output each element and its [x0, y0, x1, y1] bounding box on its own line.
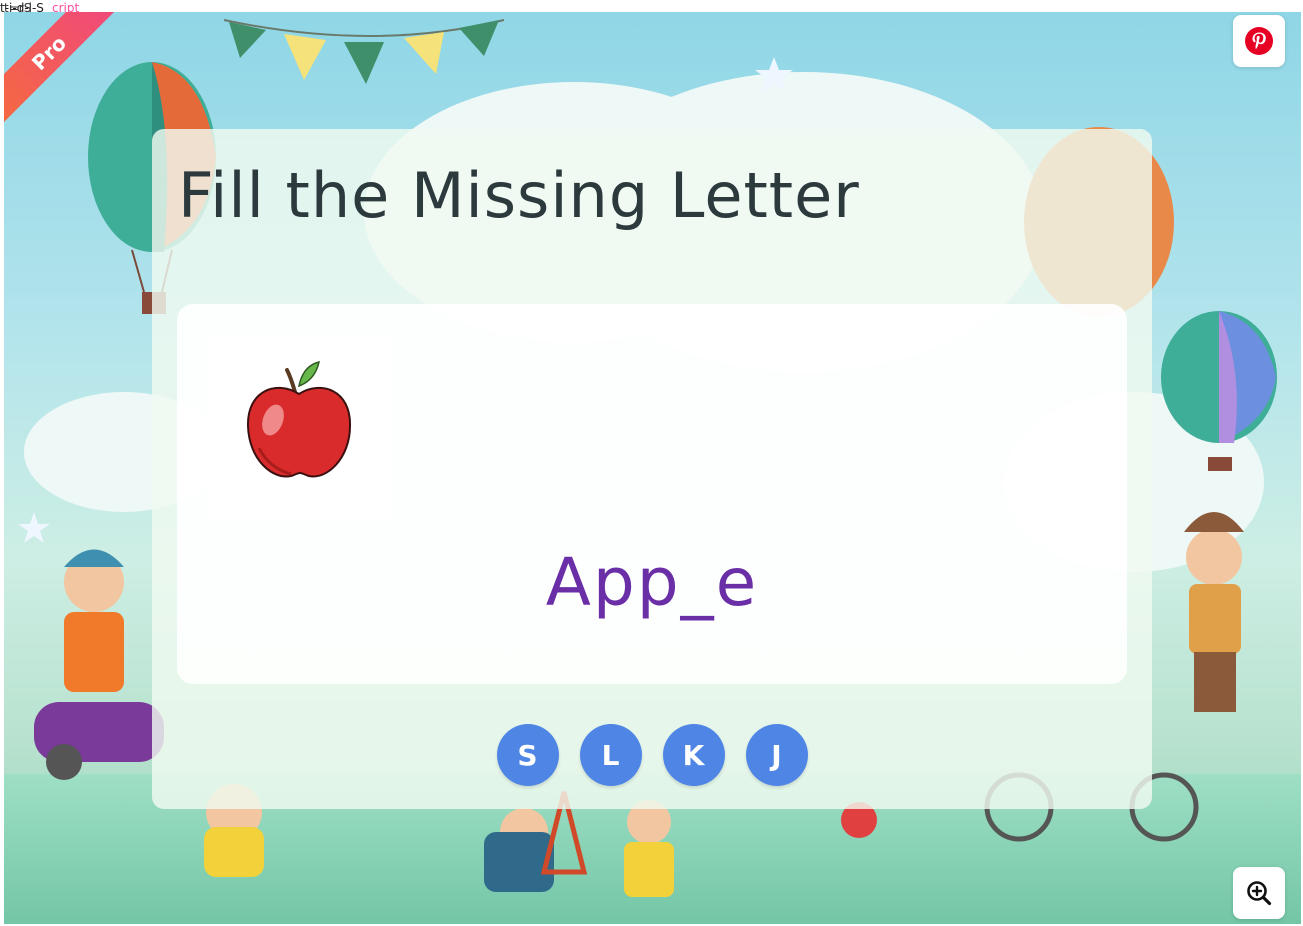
letter-choice-j[interactable]: J: [745, 724, 808, 786]
pinterest-button[interactable]: [1233, 15, 1285, 67]
letter-choice-l[interactable]: L: [579, 724, 642, 786]
picture-box: [207, 334, 393, 520]
child-figure: [1186, 529, 1242, 585]
game-stage: Pro Fill the Missing Letter App_e S L K …: [4, 12, 1301, 924]
question-panel: App_e: [177, 304, 1127, 684]
pinterest-icon: [1245, 27, 1273, 55]
bunting-flag: [344, 42, 384, 84]
pro-ribbon-label: Pro: [4, 12, 122, 126]
bunting-flag: [459, 20, 499, 56]
bunting-flag: [404, 32, 444, 74]
zoom-button[interactable]: [1233, 867, 1285, 919]
zoom-in-icon: [1247, 881, 1272, 906]
pro-ribbon: Pro: [4, 12, 124, 132]
apple-image: [246, 360, 352, 478]
activity-title: Fill the Missing Letter: [178, 159, 860, 232]
bunting-flag: [284, 34, 326, 80]
star-decoration: [18, 512, 50, 543]
word-with-missing-letter: App_e: [545, 544, 759, 621]
letter-choice-s[interactable]: S: [496, 724, 559, 786]
activity-card: Fill the Missing Letter App_e S L K J: [152, 129, 1152, 809]
letter-choice-k[interactable]: K: [662, 724, 725, 786]
star-decoration: [755, 57, 793, 92]
letter-choices: S L K J: [152, 724, 1152, 786]
